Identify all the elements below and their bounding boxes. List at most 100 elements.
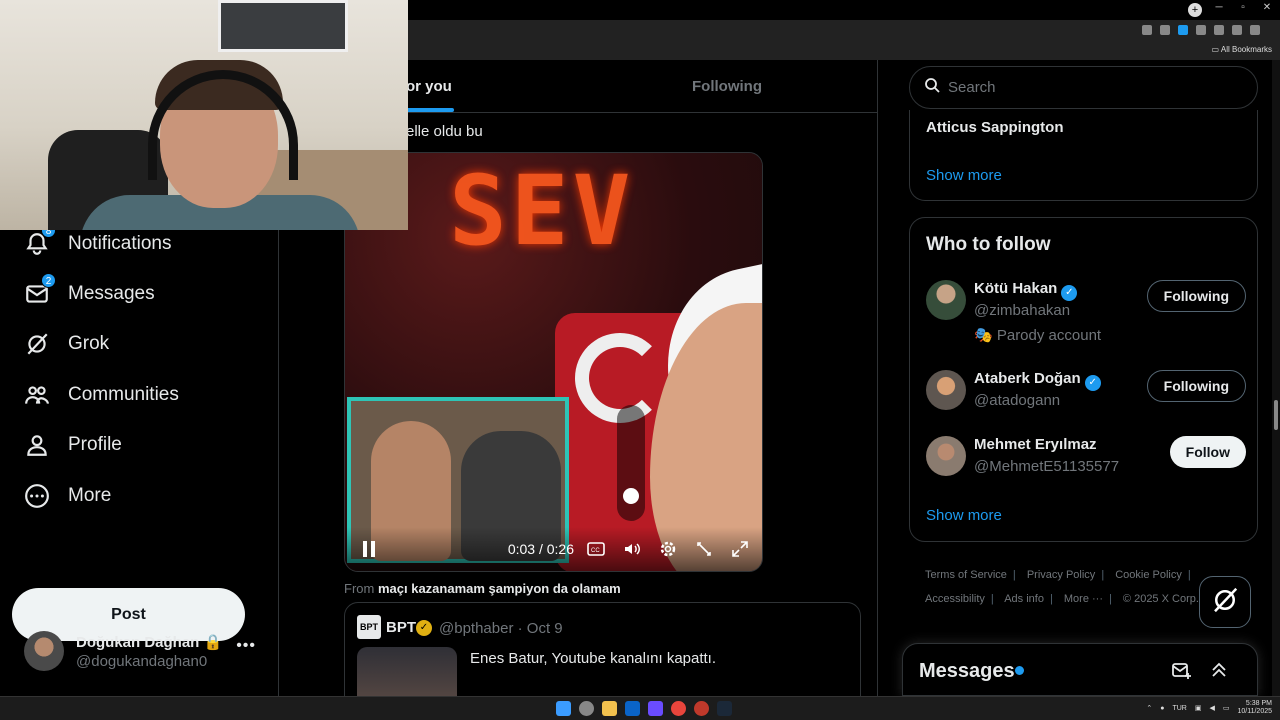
footer-link[interactable]: More ··· [1064,593,1103,605]
all-bookmarks-label: All Bookmarks [1220,45,1272,54]
minimize-icon[interactable]: ─ [1214,2,1224,13]
quote-text: Enes Batur, Youtube kanalını kapattı. [470,650,717,667]
menu-icon[interactable] [1250,25,1260,35]
bpt-logo: BPT [357,615,381,639]
footer-separator: | [990,593,994,605]
following-button[interactable]: Following [1146,280,1246,312]
volume-knob[interactable] [623,488,639,504]
nav-item-communities[interactable]: Communities [24,382,179,408]
account-more-icon[interactable]: ••• [236,637,256,655]
tweet-text: elle oldu bu [406,123,483,140]
show-more-link[interactable]: Show more [926,507,1002,524]
page-scrollbar[interactable] [1272,60,1280,696]
video-time: 0:03 / 0:26 [507,541,574,557]
show-more-link[interactable]: Show more [926,167,1002,184]
following-button[interactable]: Following [1146,370,1246,402]
grok-icon [24,331,50,357]
windows-start-icon[interactable] [556,701,571,716]
sidebar-icon[interactable] [1214,25,1224,35]
nav-label: Profile [68,434,122,455]
quoted-tweet[interactable]: BPT BPT ✓ @bpthaber · Oct 9 Enes Batur, … [344,602,861,696]
footer-separator: | [1049,593,1053,605]
extension-icon[interactable] [1196,25,1206,35]
tab-following[interactable]: Following [692,78,762,95]
trending-card: Atticus Sappington Show more [909,110,1258,201]
captions-icon[interactable]: CC [586,539,606,559]
nav-item-more[interactable]: More [24,483,111,509]
outlook-icon[interactable] [625,701,640,716]
nav-item-grok[interactable]: Grok [24,331,109,357]
chrome-icon[interactable] [671,701,686,716]
language-indicator[interactable]: TUR [1172,705,1186,712]
card-entry-name[interactable]: Atticus Sappington [926,119,1064,136]
parody-label: 🎭 Parody account [974,327,1102,344]
suggestion-name[interactable]: Kötü Hakan ✓ [974,280,1078,301]
settings-gear-icon[interactable] [658,539,678,559]
nav-item-notifications[interactable]: 8 Notifications [24,223,172,257]
footer-link[interactable]: Ads info [1004,593,1044,605]
volume-icon[interactable]: ◀ [1209,704,1214,712]
search-input[interactable] [948,79,1228,96]
follow-suggestion[interactable]: Ataberk Doğan ✓ @atadogann Following [926,370,1246,440]
volume-slider[interactable] [617,405,645,521]
avatar[interactable] [926,436,966,476]
active-tab-indicator [406,108,454,112]
new-message-icon[interactable] [1171,660,1191,685]
network-icon[interactable]: ▣ [1195,704,1202,712]
expand-up-icon[interactable] [1209,660,1229,685]
clock-date: 10/11/2025 [1237,708,1272,715]
avatar[interactable] [926,370,966,410]
app-icon[interactable] [694,701,709,716]
profile-icon[interactable] [1232,25,1242,35]
chevron-up-icon[interactable]: ⌃ [1146,704,1152,712]
footer-link[interactable]: Privacy Policy [1027,569,1095,581]
fullscreen-icon[interactable] [730,539,750,559]
quote-author-name[interactable]: BPT [386,619,416,636]
file-explorer-icon[interactable] [602,701,617,716]
new-tab-button[interactable]: + [1188,3,1202,17]
svg-text:CC: CC [591,548,600,554]
star-icon[interactable] [1178,25,1188,35]
steam-icon[interactable] [717,701,732,716]
grok-floating-button[interactable] [1199,576,1251,628]
footer-link[interactable]: Cookie Policy [1115,569,1182,581]
close-icon[interactable]: ✕ [1262,2,1272,13]
clock[interactable]: 5:38 PM 10/11/2025 [1237,700,1272,716]
quote-handle-date: @bpthaber · Oct 9 [439,620,563,637]
discord-icon[interactable] [648,701,663,716]
suggestion-name[interactable]: Ataberk Doğan ✓ [974,370,1101,391]
avatar[interactable] [926,280,966,320]
cast-icon[interactable] [1142,25,1152,35]
follow-button[interactable]: Follow [1169,436,1246,468]
tab-for-you[interactable]: or you [406,78,452,95]
search-icon [924,77,940,98]
footer-link[interactable]: Accessibility [925,593,985,605]
grok-icon [1210,585,1240,620]
pause-icon[interactable] [359,539,379,559]
follow-suggestion[interactable]: Kötü Hakan ✓ @zimbahakan 🎭 Parody account… [926,280,1246,350]
footer-separator: | [1109,593,1112,605]
pip-icon[interactable] [694,539,714,559]
volume-icon[interactable] [622,539,642,559]
suggestion-handle: @zimbahakan [974,302,1071,319]
zoom-icon[interactable] [1160,25,1170,35]
from-source-link[interactable]: maçı kazanamam şampiyon da olamam [378,581,621,596]
search-icon[interactable] [579,701,594,716]
scrollbar-thumb[interactable] [1274,400,1278,430]
follow-suggestion[interactable]: Mehmet Eryılmaz @MehmetE51135577 Follow [926,436,1246,506]
suggestion-name-text: Mehmet Eryılmaz [974,436,1097,453]
nav-item-profile[interactable]: Profile [24,432,122,458]
all-bookmarks[interactable]: ▭ All Bookmarks [1212,45,1272,54]
mic-icon[interactable]: ● [1160,705,1164,712]
quote-thumbnail[interactable] [357,647,457,696]
footer-link[interactable]: Terms of Service [925,569,1007,581]
suggestion-name-text: Kötü Hakan [974,280,1058,297]
nav-item-messages[interactable]: 2 Messages [24,273,155,307]
messages-drawer[interactable]: Messages [902,643,1258,696]
maximize-icon[interactable]: ▫ [1238,2,1248,13]
suggestion-name[interactable]: Mehmet Eryılmaz [974,436,1097,453]
verified-icon: ✓ [1084,375,1101,391]
account-switcher[interactable]: Doğukan Dağhan 🔒 @dogukandaghan0 ••• [24,631,264,691]
search-box[interactable] [909,66,1258,109]
battery-icon[interactable]: ▭ [1223,704,1230,712]
